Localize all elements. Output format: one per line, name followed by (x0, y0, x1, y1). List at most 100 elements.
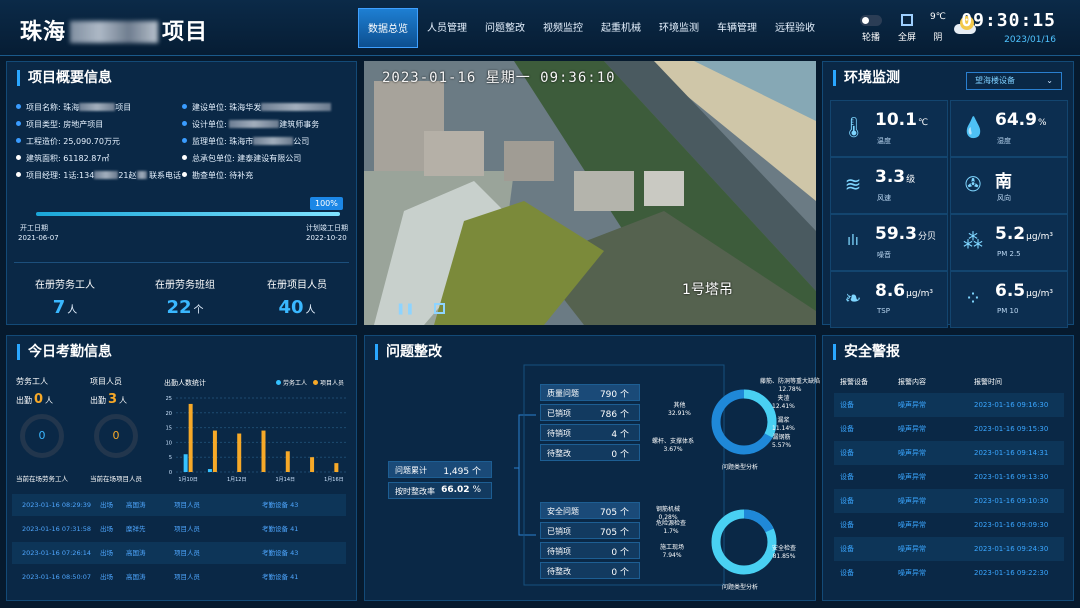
video-frame (364, 61, 816, 325)
quality-caption: 问题类型分析 (722, 464, 759, 471)
attendance-title: 今日考勤信息 (17, 344, 112, 360)
start-date-label: 开工日期 (20, 224, 48, 232)
nav-video[interactable]: 视频监控 (534, 8, 592, 48)
attendance-chart: 0 5 10 15 20 25 1月10日 1月12日 1月14日 1月16日 (166, 396, 346, 483)
attendance-cell: 2023-01-16 07:26:14 (22, 549, 92, 557)
safety-row: 已销项 705 个 (540, 522, 640, 539)
page-title: 珠海 项目 (20, 20, 209, 45)
fullscreen-button[interactable]: 全屏 (898, 12, 916, 43)
info-area: 建筑面积: 61182.87㎡ (16, 153, 109, 164)
quality-slice-label: 藤筋、防洞等重大缺陷 12.78% (760, 378, 821, 393)
quality-slice-label: 漏钢筋 5.57% (772, 434, 792, 449)
progress-percent: 100% (310, 197, 343, 210)
nav-acceptance[interactable]: 远程验收 (766, 8, 824, 48)
attendance-cell: 出场 (100, 549, 113, 557)
bar-项目人员 (334, 463, 339, 472)
staff-present: 出勤 3 人 (90, 392, 128, 407)
info-project-type: 项目类型: 房地产项目 (16, 119, 103, 130)
toggle-icon (860, 15, 882, 26)
bar-项目人员 (285, 451, 290, 472)
quality-slice-label: 螺杆、支撑体系 3.67% (652, 438, 695, 453)
end-date: 2022-10-20 (306, 234, 347, 242)
alarm-row[interactable]: 设备 噪声异常 2023-01-16 09:22:30 (834, 561, 1064, 585)
fullscreen-video-icon[interactable] (434, 303, 445, 314)
attendance-cell: 考勤设备 43 (262, 549, 299, 557)
safety-label: 待销项 (547, 547, 571, 556)
env-wind-speed: ≋ 3.3级 风速 (830, 157, 948, 214)
quality-count: 0 个 (611, 450, 629, 460)
info-survey: 勘查单位: 待补充 (182, 170, 253, 181)
info-designer: 设计单位: 建筑师事务 (182, 119, 319, 130)
alarm-cell: 设备 (840, 545, 854, 553)
quality-count: 786 个 (599, 410, 629, 420)
alarm-row[interactable]: 设备 噪声异常 2023-01-16 09:16:30 (834, 393, 1064, 417)
nav-personnel[interactable]: 人员管理 (418, 8, 476, 48)
attendance-row: 2023-01-16 08:50:07 出场 高国涛 项目人员 考勤设备 41 (12, 566, 346, 588)
header: 珠海 项目 数据总览 人员管理 问题整改 视频监控 起重机械 环境监测 车辆管理 … (0, 0, 1080, 56)
alarm-cell: 噪声异常 (898, 473, 926, 481)
leaf-icon: ❧ (844, 286, 862, 310)
info-supervisor: 监理单位: 珠海市 公司 (182, 136, 309, 147)
carousel-toggle[interactable]: 轮播 (860, 12, 882, 43)
alarm-row[interactable]: 设备 噪声异常 2023-01-16 09:14:31 (834, 441, 1064, 465)
quality-row: 已销项 786 个 (540, 404, 640, 421)
bar-劳务工人 (207, 469, 212, 472)
nav-issues[interactable]: 问题整改 (476, 8, 534, 48)
bar-项目人员 (212, 430, 217, 472)
alarm-title: 安全警报 (833, 344, 900, 360)
quality-label: 待整改 (547, 449, 571, 458)
info-cost: 工程造价: 25,090.70万元 (16, 136, 120, 147)
worker-label: 劳务工人 (16, 377, 48, 386)
x-tick-label: 1月10日 (178, 477, 198, 483)
safety-row: 待整改 0 个 (540, 562, 640, 579)
stat-workers: 在册劳务工人 7 人 (35, 280, 95, 318)
env-pm10: ⁘ 6.5μg/m³ PM 10 (950, 271, 1068, 328)
alarm-cell: 设备 (840, 449, 854, 457)
bar-项目人员 (310, 457, 315, 472)
alarm-cell: 2023-01-16 09:13:30 (974, 473, 1049, 481)
alarm-cell: 2023-01-16 09:09:30 (974, 521, 1049, 529)
alarm-row[interactable]: 设备 噪声异常 2023-01-16 09:10:30 (834, 489, 1064, 513)
y-tick-label: 0 (169, 470, 172, 476)
alarm-cell: 噪声异常 (898, 545, 926, 553)
attendance-row: 2023-01-16 07:31:58 出场 糜祥先 项目人员 考勤设备 41 (12, 518, 346, 540)
y-tick-label: 10 (166, 440, 172, 446)
noise-icon: ılı (847, 233, 859, 249)
safety-count: 0 个 (611, 548, 629, 558)
alarm-cell: 设备 (840, 401, 854, 409)
video-feed[interactable]: 2023-01-16 星期一 09:36:10 1号塔吊 ❚❚ (364, 61, 816, 325)
attendance-cell: 糜祥先 (126, 525, 146, 533)
alarm-row[interactable]: 设备 噪声异常 2023-01-16 09:13:30 (834, 465, 1064, 489)
attendance-cell: 出场 (100, 501, 113, 509)
env-device-select[interactable]: 望海楼设备 ⌄ (966, 72, 1062, 90)
nav-crane[interactable]: 起重机械 (592, 8, 650, 48)
alarm-cell: 2023-01-16 09:22:30 (974, 569, 1049, 577)
alarm-row[interactable]: 设备 噪声异常 2023-01-16 09:09:30 (834, 513, 1064, 537)
safety-label: 待整改 (547, 567, 571, 576)
humidity-icon: 💧 (961, 115, 986, 139)
weather: 9℃ 阴 (930, 12, 946, 43)
ontime-rate: 按时整改率 66.02 % (388, 482, 492, 499)
pm25-icon: ⁂ (963, 229, 983, 253)
nav-overview[interactable]: 数据总览 (358, 8, 418, 48)
safety-row: 待销项 0 个 (540, 542, 640, 559)
alarm-row[interactable]: 设备 噪声异常 2023-01-16 09:24:30 (834, 537, 1064, 561)
alarm-cell: 噪声异常 (898, 521, 926, 529)
nav-environment[interactable]: 环境监测 (650, 8, 708, 48)
stat-teams: 在册劳务班组 22 个 (155, 280, 215, 318)
chevron-down-icon: ⌄ (1046, 76, 1053, 85)
alarm-cell: 2023-01-16 09:15:30 (974, 425, 1049, 433)
x-tick-label: 1月14日 (276, 477, 296, 483)
y-tick-label: 25 (166, 396, 172, 402)
safety-count: 0 个 (611, 568, 629, 578)
safety-label: 已销项 (547, 527, 571, 536)
ring2-caption: 当前在场项目人员 (90, 475, 142, 483)
nav-vehicle[interactable]: 车辆管理 (708, 8, 766, 48)
alarm-row[interactable]: 设备 噪声异常 2023-01-16 09:15:30 (834, 417, 1064, 441)
bar-劳务工人 (183, 454, 188, 472)
attendance-cell: 出场 (100, 525, 113, 533)
safety-slice-label: 危险源检查 1.7% (656, 520, 687, 535)
alarm-cell: 设备 (840, 473, 854, 481)
ring1-caption: 当前在场劳务工人 (16, 475, 68, 483)
pause-icon[interactable]: ❚❚ (396, 302, 414, 315)
